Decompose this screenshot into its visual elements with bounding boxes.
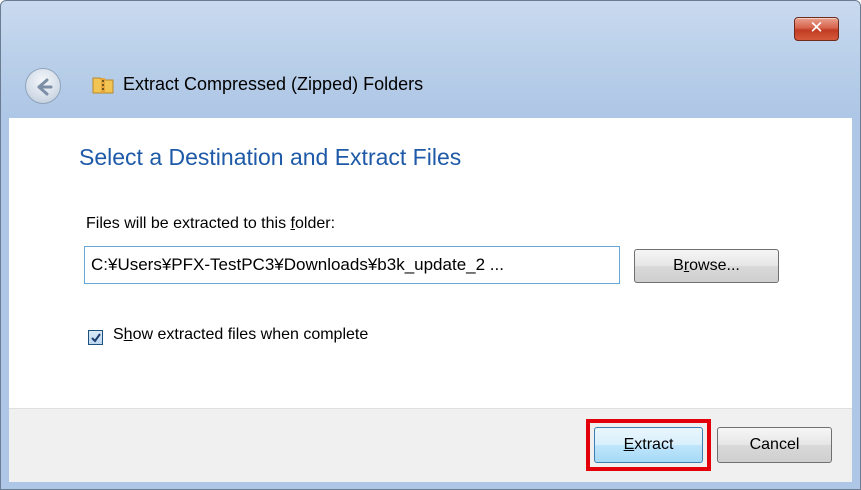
- destination-label-text-end: older:: [294, 215, 336, 232]
- show-files-label-start: S: [113, 326, 124, 343]
- close-button[interactable]: ✕: [794, 17, 839, 41]
- page-heading: Select a Destination and Extract Files: [79, 144, 462, 170]
- dialog-window: ✕ Extract Compressed (Zipped) Folders Se…: [0, 0, 861, 490]
- back-arrow-icon: [37, 78, 53, 96]
- extract-button[interactable]: Extract: [594, 427, 703, 463]
- back-button[interactable]: [25, 68, 61, 104]
- extract-label-end: xtract: [634, 436, 674, 453]
- zip-folder-icon: [92, 77, 114, 94]
- extract-accesskey: E: [623, 436, 635, 453]
- show-files-label[interactable]: Show extracted files when complete: [113, 326, 368, 344]
- destination-label: Files will be extracted to this folder:: [86, 215, 335, 233]
- show-files-accesskey: h: [123, 326, 133, 343]
- browse-label-end: owse...: [689, 257, 740, 274]
- browse-button[interactable]: Browse...: [634, 249, 779, 283]
- show-files-label-end: ow extracted files when complete: [132, 326, 369, 343]
- browse-label-start: B: [673, 257, 684, 274]
- show-files-checkbox[interactable]: [88, 330, 103, 345]
- checkmark-icon: [91, 333, 101, 343]
- destination-label-text: Files will be extracted to this: [86, 215, 291, 232]
- dialog-title: Extract Compressed (Zipped) Folders: [123, 74, 424, 94]
- cancel-button[interactable]: Cancel: [717, 427, 832, 463]
- close-icon: ✕: [809, 18, 824, 38]
- destination-path-input[interactable]: C:¥Users¥PFX-TestPC3¥Downloads¥b3k_updat…: [84, 246, 620, 284]
